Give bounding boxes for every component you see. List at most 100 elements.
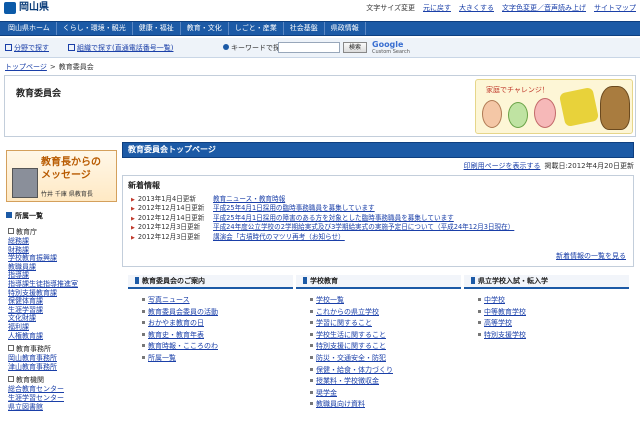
column-link[interactable]: 教育委員会委員の活動 <box>142 307 293 319</box>
superintendent-banner-line2: メッセージ <box>41 170 91 181</box>
column-links: 写真ニュース 教育委員会委員の活動 おかやま教育の日 教育史・教育年表 教育時報… <box>128 289 293 365</box>
column-link[interactable]: 所属一覧 <box>142 353 293 365</box>
column-link[interactable]: 写真ニュース <box>142 295 293 307</box>
character-illustration-icon <box>534 98 556 128</box>
sidebar-item[interactable]: 総合教育センター <box>8 385 119 394</box>
column-link[interactable]: 特別支援に関すること <box>310 341 461 353</box>
column-link[interactable]: 教育史・教育年表 <box>142 330 293 342</box>
superintendent-photo <box>12 168 38 198</box>
column-link[interactable]: 教育時報・こころのわ <box>142 341 293 353</box>
bullet-icon <box>471 277 475 284</box>
bullet-icon <box>303 277 307 284</box>
folder-icon <box>68 44 75 51</box>
character-illustration-icon <box>482 100 502 128</box>
checkbox-icon <box>8 376 14 383</box>
column-link[interactable]: 高等学校 <box>478 318 629 330</box>
bullet-icon <box>223 44 229 50</box>
column-link[interactable]: 奨学金 <box>310 388 461 400</box>
news-item: 2012年12月3日更新平成24年度公立学校の2学期給実式及び3学期給実式の実施… <box>131 223 631 232</box>
sidebar-item[interactable]: 財務課 <box>8 246 119 255</box>
column-link[interactable]: 授業料・学校徴収金 <box>310 376 461 388</box>
news-box: 新着情報 2013年1月4日更新教育ニュース・教育時報 2012年12月14日更… <box>122 175 634 267</box>
breadcrumb-home-link[interactable]: トップページ <box>5 63 47 71</box>
column-link[interactable]: 特別支援学校 <box>478 330 629 342</box>
column-link[interactable]: おかやま教育の日 <box>142 318 293 330</box>
search-by-field-label: 分野で探す <box>14 44 49 52</box>
enlarge-font-link[interactable]: 大きくする <box>459 3 494 13</box>
column-link[interactable]: これからの県立学校 <box>310 307 461 319</box>
color-voice-link[interactable]: 文字色変更／音声読み上げ <box>502 3 586 13</box>
column-heading: 学校教育 <box>296 275 461 289</box>
news-link[interactable]: 平成25年4月1日採用の障害のある方を対象とした臨時事務職員を募集しています <box>213 214 454 223</box>
superintendent-message-banner[interactable]: 教育長からの メッセージ 竹井 千庫 県教育長 <box>6 150 117 202</box>
breadcrumb-separator: > <box>49 63 56 71</box>
news-link[interactable]: 平成25年4月1日採用の臨時事務職員を募集しています <box>213 204 375 213</box>
sidebar-item[interactable]: 指導課生徒指導推進室 <box>8 280 119 289</box>
sidebar-group-label-text: 教育事務所 <box>16 345 51 354</box>
sidebar-item[interactable]: 生涯学習センター <box>8 394 119 403</box>
sidebar-item[interactable]: 文化財課 <box>8 314 119 323</box>
sidebar-item[interactable]: 津山教育事務所 <box>8 363 119 372</box>
nav-item-home[interactable]: 岡山県ホーム <box>0 22 57 35</box>
sidebar-item[interactable]: 保健体育課 <box>8 297 119 306</box>
nav-item-government[interactable]: 県政情報 <box>325 22 366 35</box>
utility-links: 文字サイズ変更 元に戻す 大きくする 文字色変更／音声読み上げ サイトマップ <box>366 3 636 13</box>
news-item: 2012年12月3日更新講演会「古墳時代のマツリ再考（お知らせ） <box>131 233 631 242</box>
news-more-link[interactable]: 新着情報の一覧を見る <box>556 252 626 261</box>
search-by-organization-link[interactable]: 組織で探す(直通電話番号一覧) <box>68 43 173 53</box>
news-link[interactable]: 講演会「古墳時代のマツリ再考（お知らせ） <box>213 233 345 242</box>
sidebar-item[interactable]: 福利課 <box>8 323 119 332</box>
superintendent-banner-line1: 教育長からの <box>41 157 101 168</box>
sidebar-index-heading-text: 所属一覧 <box>15 212 43 220</box>
search-row: 分野で探す 組織で探す(直通電話番号一覧) キーワードで探す 検索 Google… <box>0 38 640 58</box>
nav-item-education[interactable]: 教育・文化 <box>181 22 229 35</box>
sidebar-group-label-text: 教育庁 <box>16 228 37 236</box>
column-links: 中学校 中等教育学校 高等学校 特別支援学校 <box>464 289 629 341</box>
main-heading-bar: 教育委員会トップページ <box>122 142 634 158</box>
column-link[interactable]: 中等教育学校 <box>478 307 629 319</box>
news-heading: 新着情報 <box>128 181 160 190</box>
news-link[interactable]: 教育ニュース・教育時報 <box>213 195 285 204</box>
search-input[interactable] <box>278 42 340 53</box>
reset-font-size-link[interactable]: 元に戻す <box>423 3 451 13</box>
sidebar-item[interactable]: 学校教育振興課 <box>8 254 119 263</box>
mascot-banner[interactable]: 家庭でチャレンジ！ <box>475 79 633 134</box>
news-date: 2012年12月3日更新 <box>131 233 213 242</box>
sidebar-list: 教育庁 総務課 財務課 学校教育振興課 教職員課 指導課 指導課生徒指導推進室 … <box>8 226 119 411</box>
sidebar-item[interactable]: 特別支援教育課 <box>8 289 119 298</box>
print-page-link[interactable]: 印刷用ページを表示する <box>464 162 541 170</box>
search-by-field-link[interactable]: 分野で探す <box>5 43 49 53</box>
column-heading-text: 学校教育 <box>310 277 338 285</box>
nav-item-life[interactable]: くらし・環境・観光 <box>57 22 133 35</box>
column-link[interactable]: 学習に関すること <box>310 318 461 330</box>
nav-item-industry[interactable]: しごと・産業 <box>229 22 284 35</box>
column-link[interactable]: 学校一覧 <box>310 295 461 307</box>
column-link[interactable]: 中学校 <box>478 295 629 307</box>
column-link[interactable]: 防災・交通安全・防犯 <box>310 353 461 365</box>
sidebar-item[interactable]: 県立図書館 <box>8 403 119 412</box>
column-link[interactable]: 教職員向け資料 <box>310 399 461 411</box>
sidebar-item[interactable]: 岡山教育事務所 <box>8 354 119 363</box>
column-link[interactable]: 学校生活に関すること <box>310 330 461 342</box>
nav-item-health[interactable]: 健康・福祉 <box>133 22 181 35</box>
sidebar-item[interactable]: 総務課 <box>8 237 119 246</box>
nav-item-infrastructure[interactable]: 社会基盤 <box>284 22 325 35</box>
column-link[interactable]: 保健・給食・体力づくり <box>310 365 461 377</box>
bullet-icon <box>6 212 12 218</box>
checkbox-icon <box>8 228 14 234</box>
main-heading: 教育委員会トップページ <box>128 145 216 154</box>
global-nav: 岡山県ホーム くらし・環境・観光 健康・福祉 教育・文化 しごと・産業 社会基盤… <box>0 21 640 36</box>
site-logo[interactable]: 岡山県 <box>4 2 68 14</box>
search-by-organization-label: 組織で探す(直通電話番号一覧) <box>77 44 174 52</box>
news-item: 2012年12月14日更新平成25年4月1日採用の障害のある方を対象とした臨時事… <box>131 214 631 223</box>
sidebar-group-label: 教育機関 <box>8 376 119 385</box>
search-button[interactable]: 検索 <box>343 42 367 53</box>
sitemap-link[interactable]: サイトマップ <box>594 3 636 13</box>
page-title-box: 教育委員会 家庭でチャレンジ！ <box>4 75 636 137</box>
google-logo: Google Custom Search <box>372 40 412 56</box>
news-link[interactable]: 平成24年度公立学校の2学期給実式及び3学期給実式の実施予定日について（平成24… <box>213 223 514 232</box>
sidebar-item[interactable]: 指導課 <box>8 271 119 280</box>
sidebar-group-label: 教育庁 <box>8 228 119 237</box>
bullet-icon <box>135 277 139 284</box>
sidebar-item[interactable]: 人権教育課 <box>8 332 119 341</box>
